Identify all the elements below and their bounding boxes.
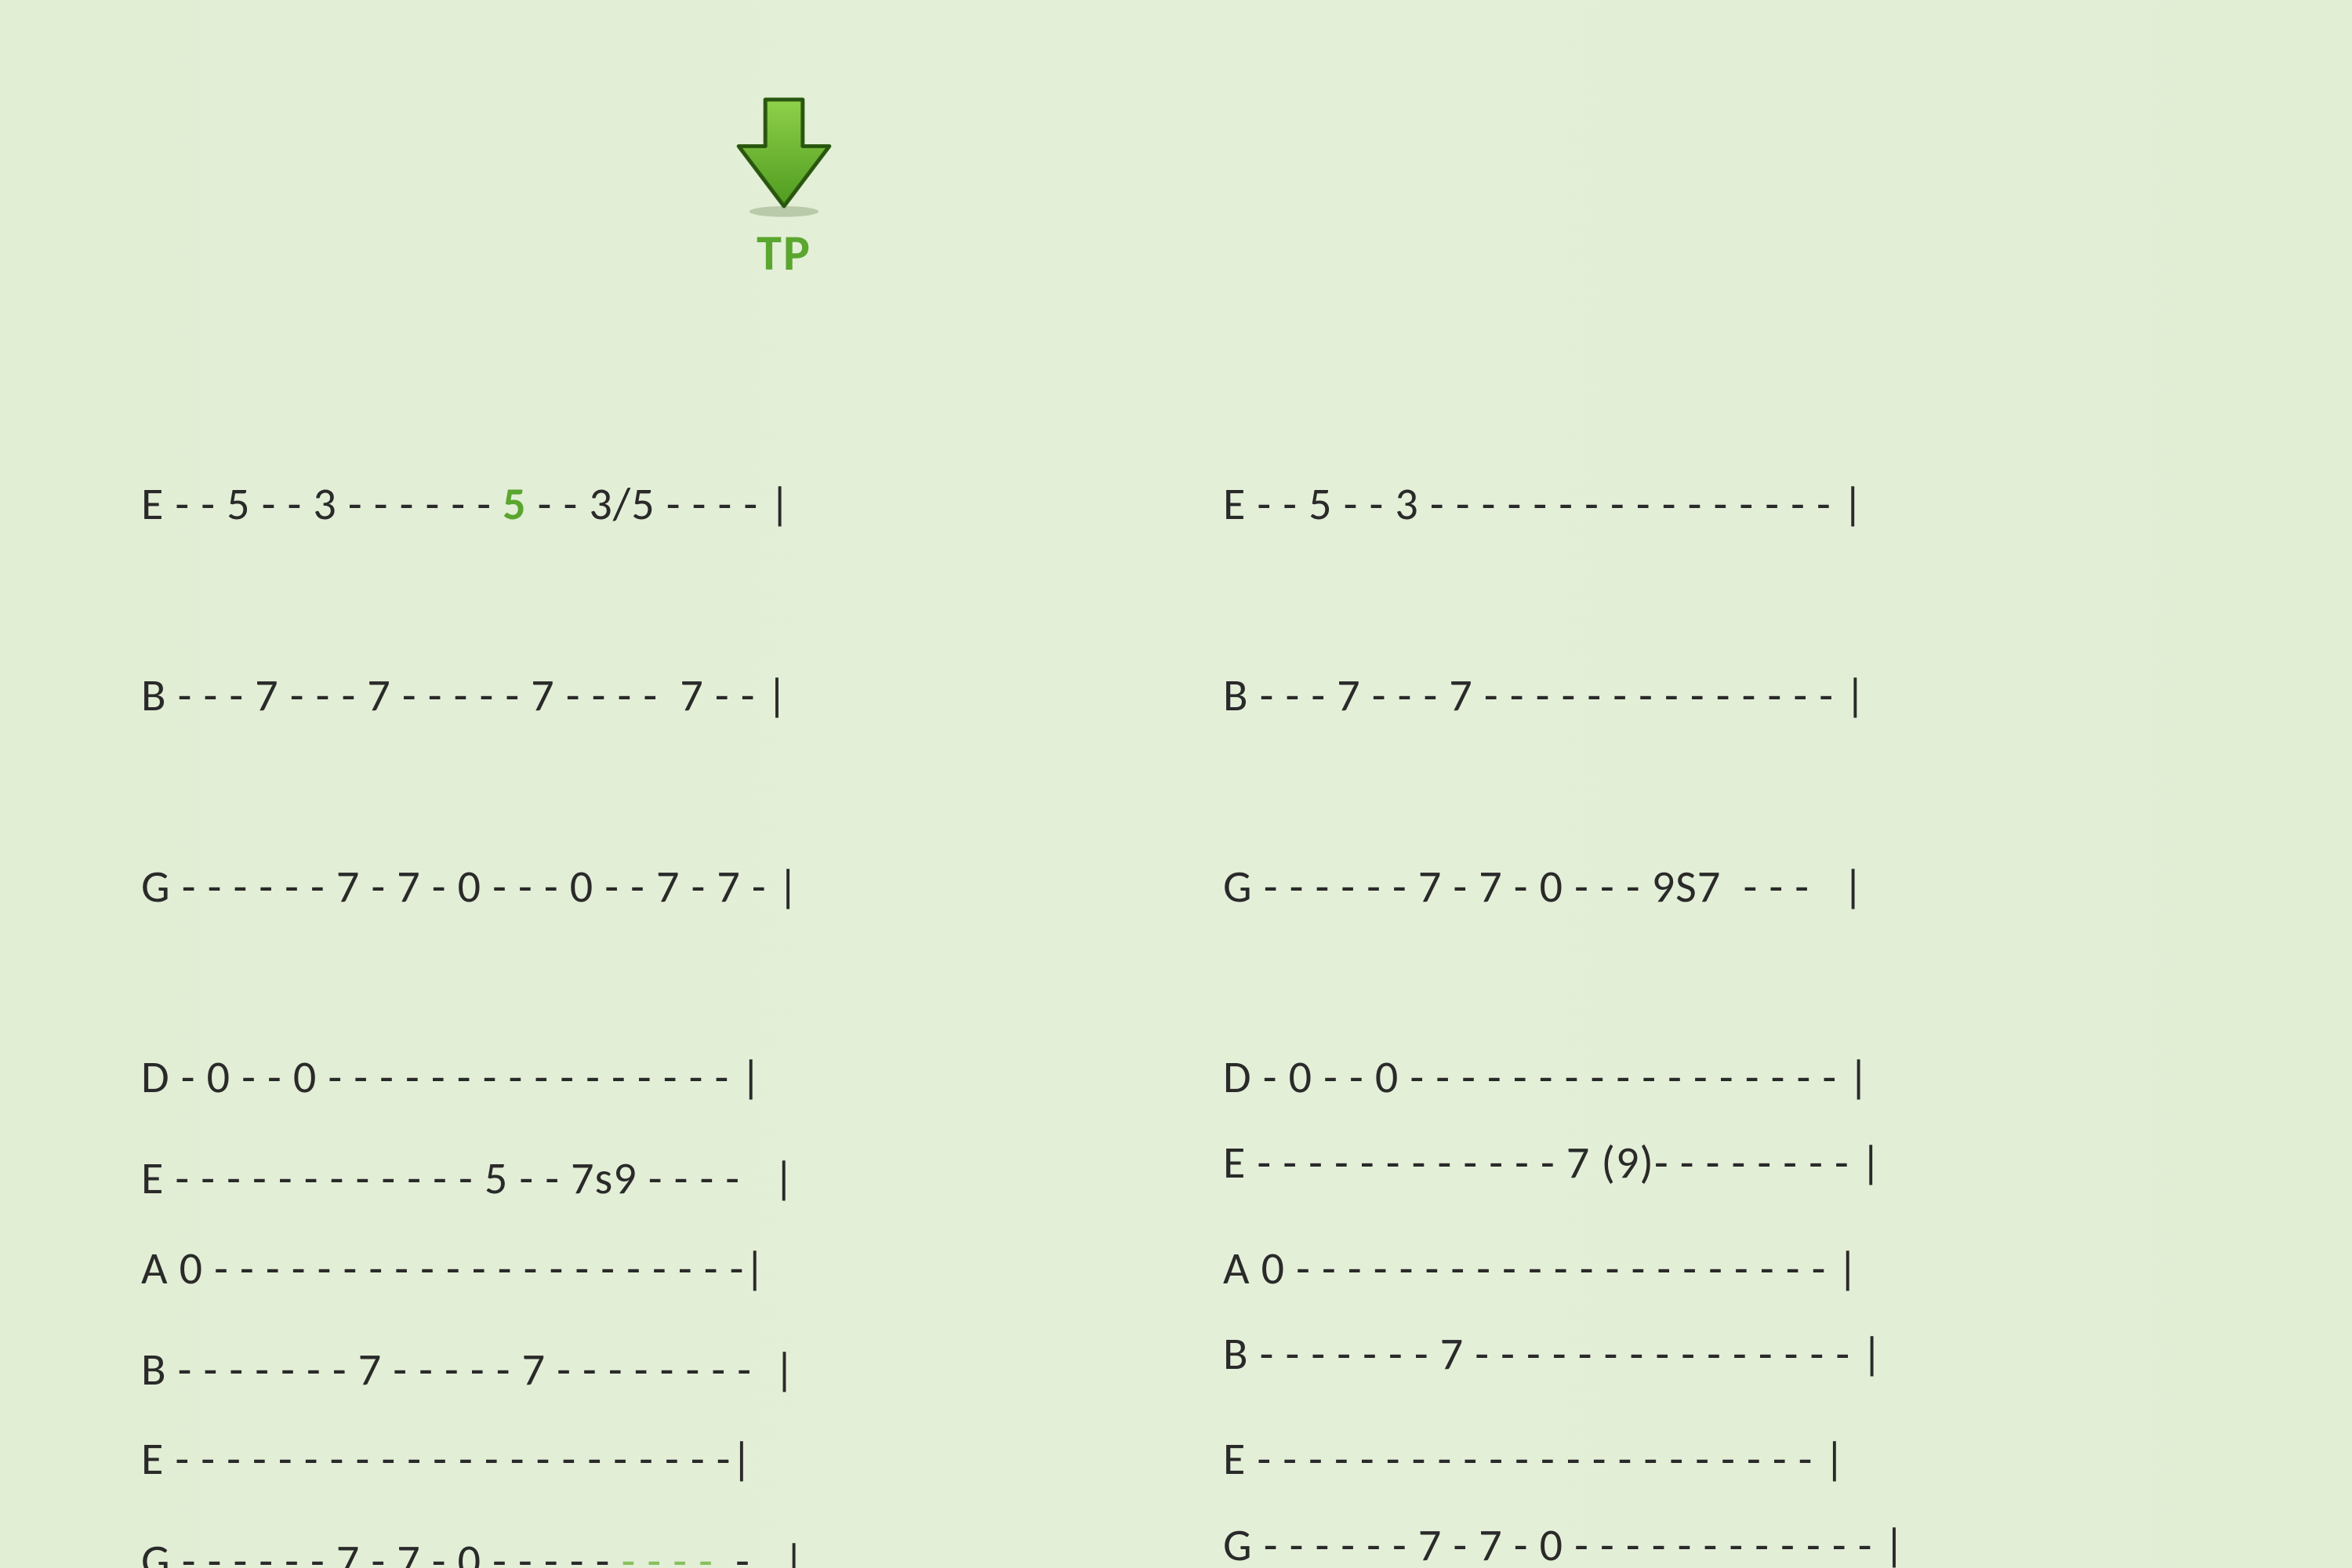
highlighted-dashes: - - - - [622, 1533, 713, 1568]
string-line-B: B - - - 7 - - - 7 - - - - - - - - - - - … [1223, 663, 1870, 727]
string-line-E-high: E - - 5 - - 3 - - - - - - - - - - - - - … [1223, 472, 1870, 535]
string-line-G: G - - - - - - 7 - 7 - 0 - - - 9S7 - - - … [1223, 855, 1870, 918]
string-line-G: G - - - - - - 7 - 7 - 0 - - - - - - - - … [141, 1529, 805, 1568]
string-line-B: B - - - 7 - - - 7 - - - - - 7 - - - - 7 … [141, 663, 800, 727]
annotation-pointer: TP [706, 86, 862, 284]
highlighted-note: 5 [503, 476, 526, 532]
annotation-label: TP [706, 223, 862, 284]
tab-measure-4: E - - - - - - - - - - - - 7 (9)- - - - -… [1223, 1004, 1905, 1568]
string-line-E-high: E - - 5 - - 3 - - - - - - 5 - - 3/5 - - … [141, 472, 800, 535]
tab-sheet-page: TP E - - 5 - - 3 - - - - - - 5 - - 3/5 -… [0, 0, 2352, 1568]
string-line-E-high: E - - - - - - - - - - - - 7 (9)- - - - -… [1223, 1131, 1905, 1194]
tab-measure-3: E - - - - - - - - - - - - 5 - - 7s9 - - … [141, 1019, 805, 1568]
string-line-G: G - - - - - - 7 - 7 - 0 - - - - - - - - … [1223, 1513, 1905, 1568]
string-line-G: G - - - - - - 7 - 7 - 0 - - - 0 - - 7 - … [141, 855, 800, 918]
string-line-E-high: E - - - - - - - - - - - - 5 - - 7s9 - - … [141, 1146, 805, 1210]
string-line-B: B - - - - - - - 7 - - - - - - - - - - - … [1223, 1322, 1905, 1385]
arrow-down-icon [717, 86, 851, 220]
string-line-B: B - - - - - - - 7 - - - - - 7 - - - - - … [141, 1338, 805, 1401]
